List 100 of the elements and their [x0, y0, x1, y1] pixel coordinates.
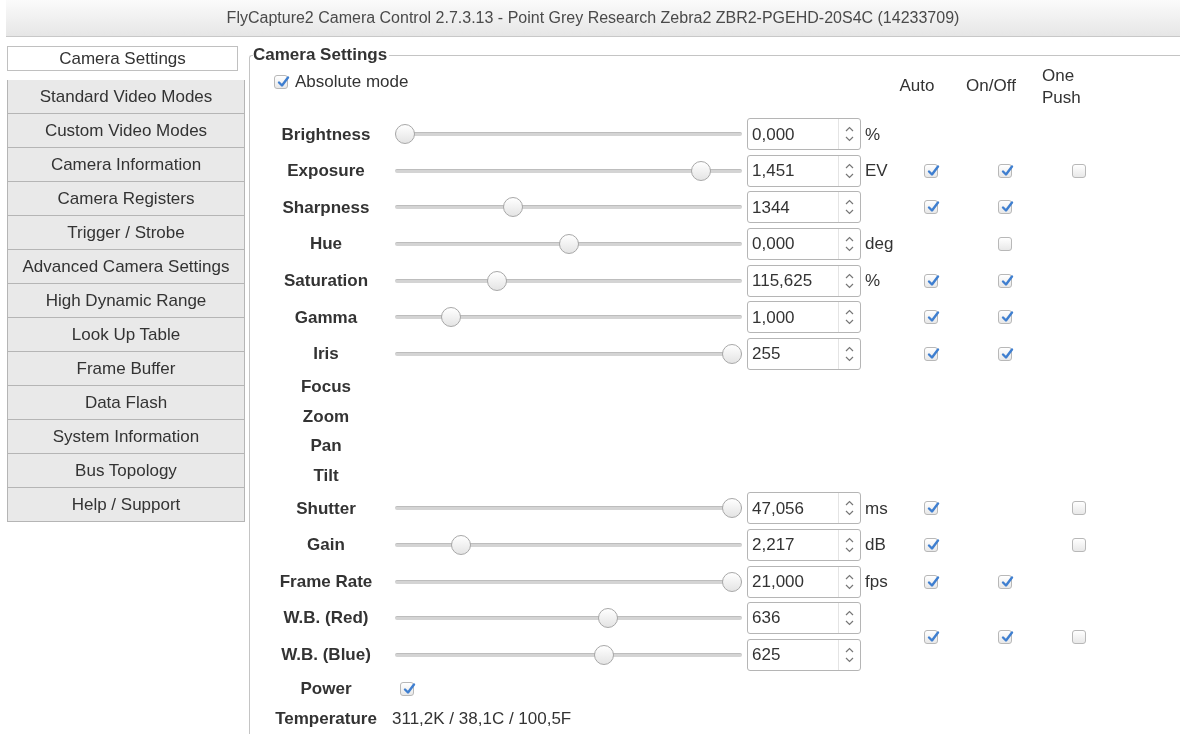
spin-box[interactable]: 21,000 — [747, 565, 861, 598]
checkbox[interactable] — [1072, 629, 1086, 644]
spin-down-icon[interactable] — [845, 319, 854, 326]
unit-label: dB — [865, 535, 886, 555]
spin-down-icon[interactable] — [845, 656, 854, 663]
slider-thumb[interactable] — [597, 608, 618, 629]
sidebar-tab[interactable]: Data Flash — [7, 386, 245, 420]
checkbox[interactable] — [924, 629, 938, 644]
slider-thumb[interactable] — [722, 571, 742, 592]
slider-track[interactable] — [395, 270, 742, 291]
spin-down-icon[interactable] — [845, 172, 854, 179]
spin-down-icon[interactable] — [845, 246, 854, 253]
spin-up-icon[interactable] — [845, 126, 854, 133]
slider-thumb[interactable] — [486, 270, 507, 291]
checkbox[interactable] — [1072, 163, 1086, 178]
spin-box[interactable]: 255 — [747, 337, 861, 370]
checkbox[interactable] — [924, 346, 938, 361]
checkbox[interactable] — [998, 629, 1012, 644]
sidebar-tab[interactable]: High Dynamic Range — [7, 284, 245, 318]
sidebar-tab[interactable]: Advanced Camera Settings — [7, 250, 245, 284]
spin-box[interactable]: 47,056 — [747, 492, 861, 525]
checkbox[interactable] — [400, 681, 414, 696]
sidebar-tab[interactable]: Standard Video Modes — [7, 80, 245, 114]
spin-up-icon[interactable] — [845, 500, 854, 507]
spin-box[interactable]: 115,625 — [747, 264, 861, 297]
spin-box[interactable]: 636 — [747, 602, 861, 635]
spin-up-icon[interactable] — [845, 646, 854, 653]
checkbox[interactable] — [998, 574, 1012, 589]
slider-track[interactable] — [395, 571, 742, 592]
slider-track[interactable] — [395, 160, 742, 181]
sidebar-tab[interactable]: Frame Buffer — [7, 352, 245, 386]
slider-thumb[interactable] — [722, 343, 742, 364]
slider-thumb[interactable] — [594, 644, 615, 665]
spin-box[interactable]: 1,451 — [747, 154, 861, 187]
spin-down-icon[interactable] — [845, 547, 854, 554]
slider-track[interactable] — [395, 124, 742, 145]
sidebar-tab[interactable]: Look Up Table — [7, 318, 245, 352]
checkbox[interactable] — [924, 501, 938, 516]
checkbox[interactable] — [924, 310, 938, 325]
spin-up-icon[interactable] — [845, 199, 854, 206]
checkbox[interactable] — [998, 163, 1012, 178]
slider-track[interactable] — [395, 608, 742, 629]
spin-up-icon[interactable] — [845, 537, 854, 544]
spin-up-icon[interactable] — [845, 272, 854, 279]
spin-up-icon[interactable] — [845, 236, 854, 243]
sidebar-tab[interactable]: System Information — [7, 420, 245, 454]
spin-box[interactable]: 1344 — [747, 191, 861, 224]
checkbox[interactable] — [924, 273, 938, 288]
checkbox[interactable] — [998, 237, 1012, 252]
slider-track[interactable] — [395, 535, 742, 556]
checkbox[interactable] — [274, 74, 288, 89]
slider-track[interactable] — [395, 343, 742, 364]
spin-box[interactable]: 0,000 — [747, 228, 861, 261]
sidebar-tab[interactable]: Bus Topology — [7, 454, 245, 488]
spin-up-icon[interactable] — [845, 345, 854, 352]
sidebar-tab[interactable]: Camera Registers — [7, 182, 245, 216]
spin-box[interactable]: 2,217 — [747, 529, 861, 562]
checkbox[interactable] — [924, 163, 938, 178]
spin-down-icon[interactable] — [845, 209, 854, 216]
slider-track[interactable] — [395, 234, 742, 255]
spin-box[interactable]: 1,000 — [747, 301, 861, 334]
checkbox[interactable] — [998, 346, 1012, 361]
checkbox[interactable] — [998, 310, 1012, 325]
spin-up-icon[interactable] — [845, 573, 854, 580]
spin-down-icon[interactable] — [845, 355, 854, 362]
slider-thumb[interactable] — [690, 160, 711, 181]
checkbox[interactable] — [998, 200, 1012, 215]
sidebar-tab[interactable]: Trigger / Strobe — [7, 216, 245, 250]
slider-track[interactable] — [395, 498, 742, 519]
sidebar-tab[interactable]: Custom Video Modes — [7, 114, 245, 148]
spin-up-icon[interactable] — [845, 610, 854, 617]
setting-label: Power — [299, 677, 353, 700]
slider-thumb[interactable] — [722, 498, 742, 519]
slider-track[interactable] — [395, 307, 742, 328]
checkbox[interactable] — [924, 200, 938, 215]
spin-down-icon[interactable] — [845, 583, 854, 590]
slider-thumb[interactable] — [450, 535, 471, 556]
slider-track[interactable] — [395, 644, 742, 665]
spin-down-icon[interactable] — [845, 282, 854, 289]
setting-label: Pan — [309, 435, 343, 458]
spin-up-icon[interactable] — [845, 162, 854, 169]
spin-down-icon[interactable] — [845, 510, 854, 517]
checkbox[interactable] — [924, 538, 938, 553]
slider-thumb[interactable] — [502, 197, 523, 218]
slider-track[interactable] — [395, 197, 742, 218]
sidebar-tab[interactable]: Help / Support — [7, 488, 245, 522]
checkbox[interactable] — [1072, 538, 1086, 553]
spin-up-icon[interactable] — [845, 309, 854, 316]
slider-thumb[interactable] — [440, 307, 461, 328]
checkbox[interactable] — [924, 574, 938, 589]
sidebar-tab[interactable]: Camera Information — [7, 148, 245, 182]
checkbox[interactable] — [1072, 501, 1086, 516]
sidebar-tab[interactable]: Camera Settings — [7, 46, 238, 71]
spin-down-icon[interactable] — [845, 620, 854, 627]
checkbox[interactable] — [998, 273, 1012, 288]
spin-box[interactable]: 625 — [747, 638, 861, 671]
slider-thumb[interactable] — [395, 124, 415, 145]
slider-thumb[interactable] — [558, 234, 579, 255]
spin-down-icon[interactable] — [845, 136, 854, 143]
spin-box[interactable]: 0,000 — [747, 118, 861, 151]
